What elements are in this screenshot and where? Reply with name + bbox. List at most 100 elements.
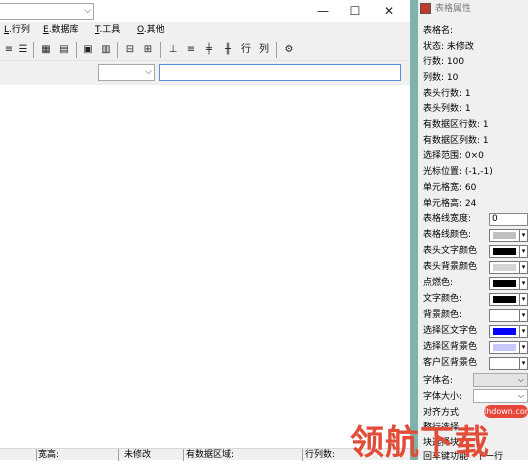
minimize-button[interactable]: —: [306, 0, 340, 22]
chevron-down-icon[interactable]: ▾: [519, 357, 528, 370]
operator-combo[interactable]: ⌵: [98, 64, 155, 81]
sel-bg-color-picker[interactable]: [489, 341, 520, 354]
status-data-area: 有数据区域:: [186, 450, 235, 460]
app-icon: [420, 3, 431, 14]
chevron-down-icon[interactable]: ▾: [519, 325, 528, 338]
bg-color-label: 背景颜色:: [423, 310, 463, 320]
header-text-color-label: 表头文字颜色: [423, 246, 478, 256]
table-icon[interactable]: ▤: [56, 42, 72, 58]
maximize-button[interactable]: ☐: [338, 0, 372, 22]
status-rows-cols: 行列数:: [305, 450, 336, 460]
status-size: 宽高:: [38, 450, 60, 460]
status-separator: [118, 449, 119, 461]
font-name-label: 字体名:: [423, 376, 454, 386]
bg-color-picker[interactable]: [489, 309, 520, 322]
toolbar: ≡ ☰ ▦ ▤ ▣ ▥ ⊟ ⊞ ⊥ ≡ ╪ ╫ 行 列 ⚙: [0, 39, 410, 61]
menu-bar: L.行列 E.数据库 T.工具 O.其他: [0, 22, 410, 39]
watermark-text: 领航下载: [350, 423, 490, 463]
chevron-down-icon[interactable]: ▾: [519, 277, 528, 290]
insert-row-icon[interactable]: ⊥: [165, 42, 181, 58]
col-text-button[interactable]: 列: [256, 42, 272, 58]
chevron-down-icon: ⌵: [84, 6, 91, 16]
cell-width-label: 单元格宽: 60: [423, 183, 477, 193]
color-fill: [493, 232, 516, 239]
field-combo[interactable]: ⌵: [0, 3, 94, 20]
col-split-icon[interactable]: ╪: [201, 42, 217, 58]
selection-label: 选择范围: 0×0: [423, 151, 484, 161]
menu-rows-cols[interactable]: L.行列: [4, 22, 30, 39]
point-color-label: 点燃色:: [423, 278, 454, 288]
print-icon[interactable]: ⊞: [140, 42, 156, 58]
color-fill: [493, 328, 516, 335]
close-button[interactable]: ✕: [372, 0, 406, 22]
client-bg-color-label: 客户区背景色: [423, 358, 478, 368]
state-label: 状态: 未修改: [423, 42, 474, 52]
export-icon[interactable]: ⊟: [122, 42, 138, 58]
toolbar-separator: [160, 42, 161, 58]
color-fill: [493, 312, 516, 319]
line-width-input[interactable]: 0: [489, 213, 528, 226]
menu-tools[interactable]: T.工具: [95, 22, 120, 39]
settings-icon[interactable]: ⚙: [281, 42, 297, 58]
chevron-down-icon: ⌵: [145, 67, 152, 77]
text-color-label: 文字颜色:: [423, 294, 463, 304]
line-color-label: 表格线颜色:: [423, 230, 472, 240]
property-panel: 表格属性 表格名: 状态: 未修改 行数: 100 列数: 10 表头行数: 1…: [418, 0, 528, 462]
align-right-icon[interactable]: ☰: [15, 42, 31, 58]
grid-icon[interactable]: ▦: [38, 42, 54, 58]
line-color-picker[interactable]: [489, 229, 520, 242]
chevron-down-icon[interactable]: ▾: [519, 293, 528, 306]
font-name-combo[interactable]: ⌵: [473, 373, 528, 387]
chevron-down-icon[interactable]: ▾: [519, 341, 528, 354]
insert-col-icon[interactable]: ≡: [183, 42, 199, 58]
status-separator: [302, 449, 303, 461]
status-separator: [183, 449, 184, 461]
font-size-label: 字体大小:: [423, 392, 463, 402]
menu-database[interactable]: E.数据库: [43, 22, 79, 39]
header-cols-label: 表头列数: 1: [423, 104, 471, 114]
color-fill: [493, 280, 516, 287]
value-input[interactable]: [159, 64, 401, 81]
table-name-label: 表格名:: [423, 26, 454, 36]
color-fill: [493, 264, 516, 271]
sel-bg-color-label: 选择区背景色: [423, 342, 478, 352]
chevron-down-icon: ⌵: [517, 391, 524, 400]
report-icon[interactable]: ▥: [98, 42, 114, 58]
chevron-down-icon[interactable]: ▾: [519, 309, 528, 322]
toolbar-separator: [76, 42, 77, 58]
panel-title: 表格属性: [435, 4, 472, 14]
client-bg-color-picker[interactable]: [489, 357, 520, 370]
watermark: lhdown.com 领航下载: [340, 405, 528, 463]
point-color-picker[interactable]: [489, 277, 520, 290]
cell-height-label: 单元格高: 24: [423, 199, 477, 209]
chevron-down-icon[interactable]: ▾: [519, 261, 528, 274]
status-separator: [36, 449, 37, 461]
color-fill: [493, 344, 516, 351]
font-size-combo[interactable]: ⌵: [473, 389, 528, 403]
data-cols-label: 有数据区列数: 1: [423, 136, 489, 146]
header-bg-color-picker[interactable]: [489, 261, 520, 274]
toolbar-separator: [276, 42, 277, 58]
rows-label: 行数: 100: [423, 57, 465, 67]
row-split-icon[interactable]: ╫: [220, 42, 236, 58]
row-text-button[interactable]: 行: [238, 42, 254, 58]
table-canvas[interactable]: [0, 85, 410, 448]
form-icon[interactable]: ▣: [80, 42, 96, 58]
chevron-down-icon: ⌵: [517, 375, 524, 384]
sel-text-color-picker[interactable]: [489, 325, 520, 338]
text-color-picker[interactable]: [489, 293, 520, 306]
header-bg-color-label: 表头背景颜色: [423, 262, 478, 272]
header-rows-label: 表头行数: 1: [423, 89, 471, 99]
toolbar-separator: [117, 42, 118, 58]
sel-text-color-label: 选择区文字色: [423, 326, 478, 336]
header-text-color-picker[interactable]: [489, 245, 520, 258]
chevron-down-icon[interactable]: ▾: [519, 245, 528, 258]
chevron-down-icon[interactable]: ▾: [519, 229, 528, 242]
watermark-badge: lhdown.com: [484, 405, 528, 418]
menu-other[interactable]: O.其他: [137, 22, 165, 39]
toolbar-separator: [33, 42, 34, 58]
color-fill: [493, 296, 516, 303]
data-rows-label: 有数据区行数: 1: [423, 120, 489, 130]
cursor-label: 光标位置: (-1,-1): [423, 167, 493, 177]
splitter[interactable]: [410, 0, 418, 460]
